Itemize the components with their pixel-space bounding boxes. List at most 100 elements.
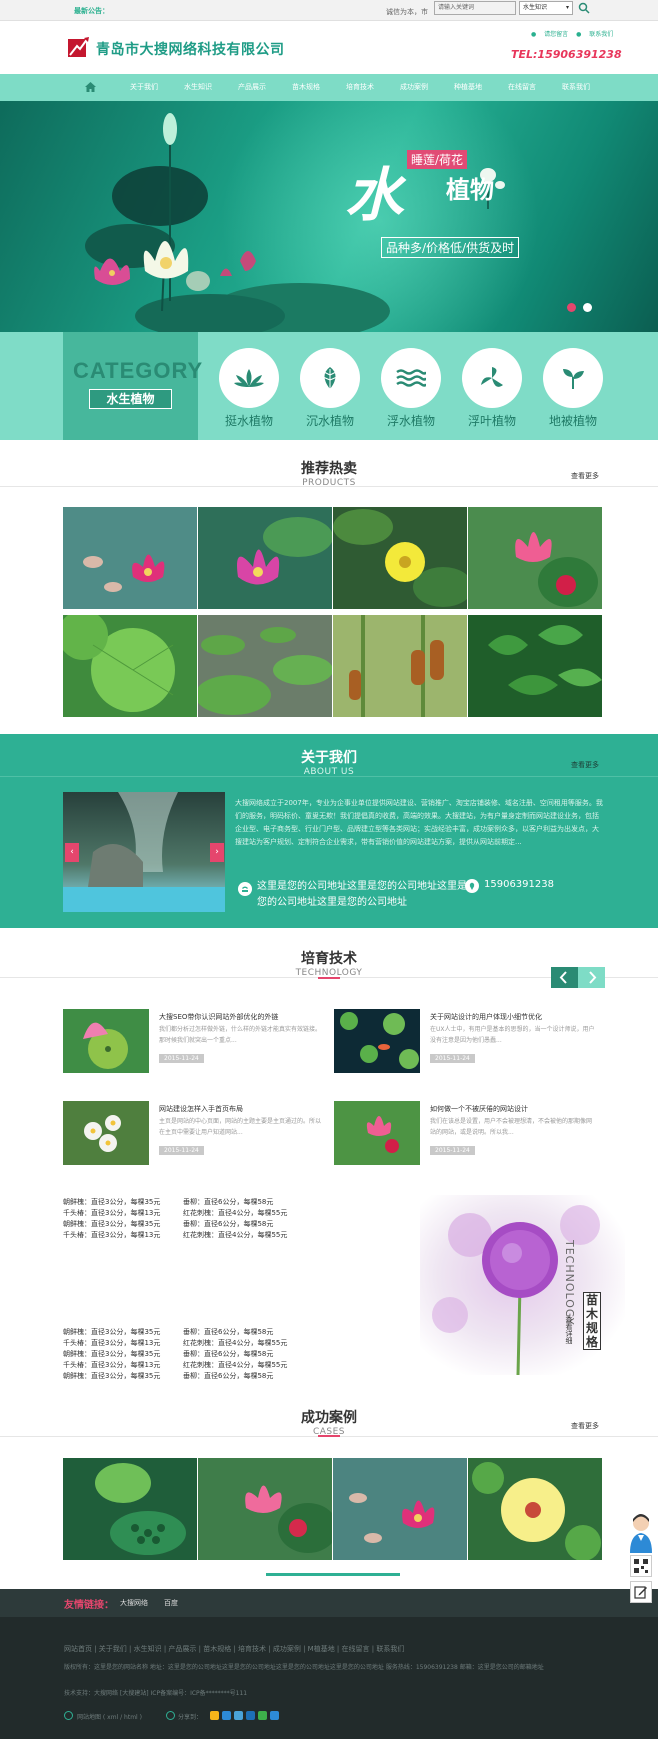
company-name: 青岛市大搜网络科技有限公司 <box>96 42 285 58</box>
share-more-icon[interactable] <box>270 1711 279 1720</box>
nav-home[interactable] <box>63 74 117 101</box>
cases-more-link[interactable]: 查看更多 <box>571 1421 599 1431</box>
category-cn[interactable]: 水生植物 <box>89 389 172 409</box>
message-link[interactable]: ● 请您留言 <box>531 31 568 38</box>
slide-dot-1[interactable] <box>567 303 576 312</box>
products-more-link[interactable]: 查看更多 <box>571 471 599 481</box>
search-icon[interactable] <box>577 1 591 15</box>
about-text: 大搜网络成立于2007年，专业为企事业单位提供网站建设、营销推广、淘宝店铺装修、… <box>235 799 603 846</box>
product-image-1[interactable] <box>63 507 197 609</box>
share-icon <box>166 1711 175 1720</box>
about-image[interactable] <box>63 792 225 912</box>
nav-about[interactable]: 关于我们 <box>117 74 171 101</box>
article-item[interactable]: 如何做一个不被厌倦的网站设计 我们在该总是设置，用户不会被理想清，不会被他的那期… <box>334 1101 594 1167</box>
company-address: 这里是您的公司地址这里是您的公司地址这里是您的公司地址这里是您的公司地址 <box>257 881 467 908</box>
footer-nav[interactable]: 网站首页 | 关于我们 | 水生知识 | 产品展示 | 苗木规格 | 培育技术 … <box>64 1644 404 1654</box>
contact-link[interactable]: ● 联系我们 <box>576 31 613 38</box>
prev-arrow-button[interactable]: ‹ <box>65 843 79 862</box>
slogan-text: 诚信为本，市 <box>386 8 428 16</box>
case-image-4[interactable] <box>468 1458 602 1560</box>
article-thumb <box>334 1101 420 1165</box>
friend-link[interactable]: 百度 <box>164 1598 178 1608</box>
tech-next-button[interactable] <box>578 967 605 988</box>
banner-tag: 睡莲/荷花 <box>407 150 468 169</box>
carousel-indicator[interactable] <box>266 1573 400 1576</box>
product-image-2[interactable] <box>198 507 332 609</box>
category-item-submerged[interactable]: 沉水植物 <box>300 348 360 429</box>
case-image-1[interactable] <box>63 1458 197 1560</box>
product-image-3[interactable] <box>333 507 467 609</box>
sitemap-icon <box>64 1711 73 1720</box>
sprout-icon <box>563 369 584 389</box>
nav-products[interactable]: 产品展示 <box>225 74 279 101</box>
share-label: 分享到： <box>178 1714 203 1721</box>
case-image-3[interactable] <box>333 1458 467 1560</box>
hero-banner[interactable]: 水 睡莲/荷花 植物 品种多/价格低/供货及时 <box>0 101 658 332</box>
share-renren-icon[interactable] <box>246 1711 255 1720</box>
share-qzone-icon[interactable] <box>210 1711 219 1720</box>
product-image-4[interactable] <box>468 507 602 609</box>
nav-tech[interactable]: 培育技术 <box>333 74 387 101</box>
chevron-left-icon <box>559 971 567 984</box>
article-thumb <box>334 1009 420 1073</box>
footer-info: 版权所有：这里是您的网站名称 地址：这里是您的公司地址这里是您的公司地址这里是您… <box>64 1664 544 1671</box>
article-thumb <box>63 1009 149 1073</box>
chevron-down-icon: ▾ <box>565 4 569 11</box>
product-image-8[interactable] <box>468 615 602 717</box>
header-tel: TEL:15906391238 <box>511 48 622 61</box>
customer-service-avatar[interactable] <box>628 1513 654 1553</box>
category-item-emergent[interactable]: 挺水植物 <box>219 348 279 429</box>
feature-en: TECHNOLOGY <box>563 1240 576 1326</box>
footer-tech: 技术支持：大搜网络 [大搜建站] ICP备案编号：ICP备********号11… <box>64 1690 248 1697</box>
product-image-7[interactable] <box>333 615 467 717</box>
share-weibo-icon[interactable] <box>222 1711 231 1720</box>
product-image-5[interactable] <box>63 615 197 717</box>
accent-underline <box>318 1435 340 1437</box>
about-phone: 15906391238 <box>484 879 554 890</box>
nav-message[interactable]: 在线留言 <box>495 74 549 101</box>
category-item-floating-leaf[interactable]: 浮叶植物 <box>462 348 522 429</box>
nav-knowledge[interactable]: 水生知识 <box>171 74 225 101</box>
feedback-button[interactable] <box>630 1581 652 1603</box>
lotus-icon <box>234 369 264 387</box>
next-arrow-button[interactable]: › <box>210 843 224 862</box>
products-heading: 推荐热卖 PRODUCTS <box>301 461 357 488</box>
cases-heading: 成功案例 CASES <box>301 1410 357 1437</box>
leaves-icon <box>481 367 503 387</box>
article-item[interactable]: 关于网站设计的用户体现小细节优化 在UX人士中，有用户是基本的思想的，当一个设计… <box>334 1009 595 1075</box>
sitemap-link[interactable]: 网站地图 ( xml / html ) <box>77 1712 142 1721</box>
article-item[interactable]: 网站建设怎样入手首页布局 主页是网站的中心页面，网站的主题主要是主页通过的。所以… <box>63 1101 323 1167</box>
price-list-top: 朝鲜槐：直径3公分，每棵35元 垂柳：直径6公分，每棵58元 千头椿：直径3公分，… <box>63 1198 288 1239</box>
nav-contact[interactable]: 联系我们 <box>549 74 603 101</box>
banner-subtitle: 品种多/价格低/供货及时 <box>381 237 520 258</box>
nav-cases[interactable]: 成功案例 <box>387 74 441 101</box>
product-image-6[interactable] <box>198 615 332 717</box>
nav-specs[interactable]: 苗木规格 <box>279 74 333 101</box>
feature-more-link[interactable]: 查看详细 <box>564 1316 574 1344</box>
search-category-select[interactable]: 水生知识 ▾ <box>519 1 573 15</box>
lotus-illustration <box>85 113 390 332</box>
slide-dot-2[interactable] <box>583 303 592 312</box>
main-nav: 关于我们 水生知识 产品展示 苗木规格 培育技术 成功案例 种植基地 在线留言 … <box>0 74 658 101</box>
qrcode-button[interactable] <box>630 1555 652 1577</box>
article-item[interactable]: 大搜SEO带你认识网站外部优化的外链 我们都分析过怎样做外链，什么样的外链才能真… <box>63 1009 323 1075</box>
category-item-floating[interactable]: 浮水植物 <box>381 348 441 429</box>
notice-label: 最新公告： <box>74 7 109 15</box>
feature-title[interactable]: 苗木规格 <box>583 1292 601 1350</box>
share-wechat-icon[interactable] <box>258 1711 267 1720</box>
location-pin-icon <box>465 879 479 893</box>
category-item-groundcover[interactable]: 地被植物 <box>543 348 603 429</box>
case-image-2[interactable] <box>198 1458 332 1560</box>
share-tqq-icon[interactable] <box>234 1711 243 1720</box>
friend-link[interactable]: 大搜网络 <box>120 1598 148 1608</box>
tech-prev-button[interactable] <box>551 967 578 988</box>
search-input[interactable]: 请输入关键词 <box>434 1 516 15</box>
company-logo-icon[interactable] <box>68 35 90 57</box>
friend-links-title: 友情链接： <box>64 1600 114 1611</box>
nav-base[interactable]: 种植基地 <box>441 74 495 101</box>
phone-icon <box>238 882 252 896</box>
water-waves-icon <box>396 369 426 387</box>
about-more-link[interactable]: 查看更多 <box>571 760 599 770</box>
category-value: 水生知识 <box>523 4 548 11</box>
leaf-icon <box>322 367 338 389</box>
